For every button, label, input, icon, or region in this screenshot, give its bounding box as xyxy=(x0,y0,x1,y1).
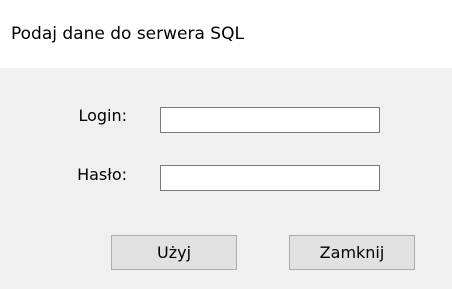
login-input[interactable] xyxy=(160,107,380,133)
use-button[interactable]: Użyj xyxy=(111,235,237,270)
close-button[interactable]: Zamknij xyxy=(289,235,415,270)
dialog-window: Podaj dane do serwera SQL Login: Hasło: … xyxy=(0,0,452,289)
window-title: Podaj dane do serwera SQL xyxy=(11,24,244,44)
login-label: Login: xyxy=(78,106,127,125)
password-input[interactable] xyxy=(160,165,380,191)
password-label: Hasło: xyxy=(77,165,127,184)
title-bar: Podaj dane do serwera SQL xyxy=(0,0,452,68)
